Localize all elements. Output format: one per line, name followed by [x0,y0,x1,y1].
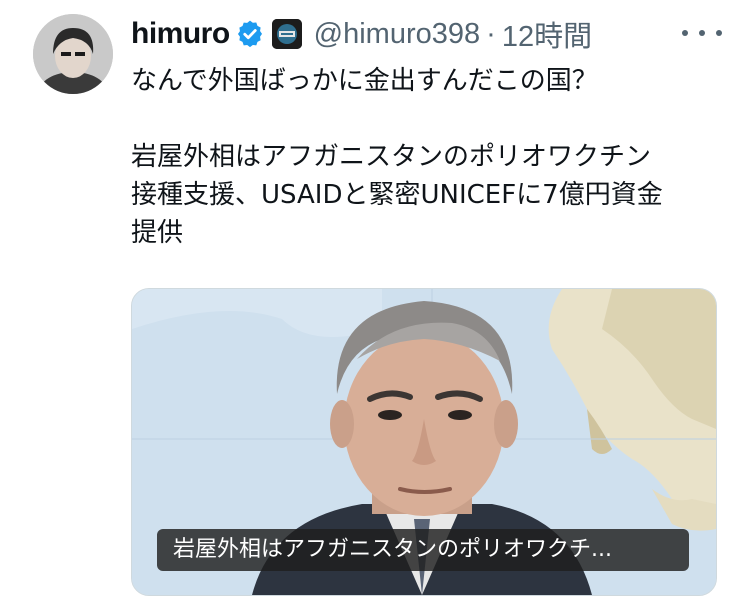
video-caption: 岩屋外相はアフガニスタンのポリオワクチ... [157,529,689,571]
tweet-card[interactable]: himuro @himuro398 · 12時間 なんで外国ばっかに金出すんだこ… [0,0,750,610]
tweet-text-line: なんで外国ばっかに金出すんだこの国？ [131,66,598,96]
action-bar [131,600,431,610]
user-handle[interactable]: @himuro398 [314,18,480,51]
separator-dot: · [486,17,496,50]
tweet-text-line: 岩屋外相はアフガニスタンのポリオワクチン [131,142,652,172]
media-video[interactable]: 岩屋外相はアフガニスタンのポリオワクチ... [131,288,717,596]
avatar[interactable] [33,14,113,94]
display-name[interactable]: himuro [131,17,230,51]
affiliate-badge-icon[interactable] [271,19,302,49]
tweet-text: なんで外国ばっかに金出すんだこの国？ 岩屋外相はアフガニスタンのポリオワクチン … [131,62,721,252]
more-options-icon[interactable] [682,20,722,46]
tweet-text-line: 提供 [131,218,184,248]
tweet-text-line: 接種支援、USAIDと緊密UNICEFに7億円資金 [131,180,663,210]
avatar-image [33,14,113,94]
timestamp[interactable]: 12時間 [502,13,592,55]
verified-badge-icon [236,20,264,48]
tweet-header: himuro @himuro398 · 12時間 [131,14,592,54]
